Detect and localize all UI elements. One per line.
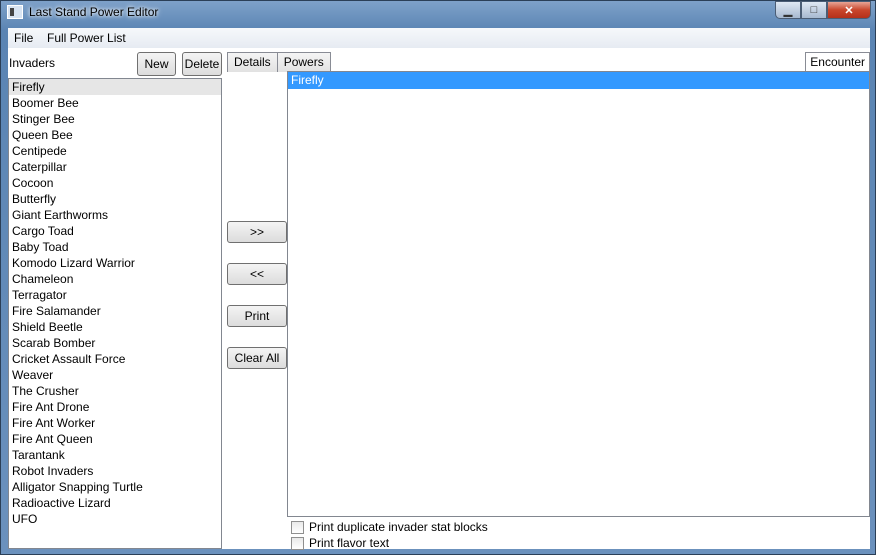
flavor-text-option[interactable]: Print flavor text — [291, 535, 389, 551]
list-item[interactable]: Cargo Toad — [9, 223, 221, 239]
list-item[interactable]: Radioactive Lizard — [9, 495, 221, 511]
invaders-list[interactable]: Firefly Boomer Bee Stinger Bee Queen Bee… — [8, 78, 222, 549]
new-button[interactable]: New — [137, 52, 176, 76]
remove-from-encounter-button[interactable]: << — [227, 263, 287, 285]
list-item[interactable]: The Crusher — [9, 383, 221, 399]
list-item[interactable]: Fire Ant Queen — [9, 431, 221, 447]
list-item[interactable]: Komodo Lizard Warrior — [9, 255, 221, 271]
print-button[interactable]: Print — [227, 305, 287, 327]
list-item[interactable]: Centipede — [9, 143, 221, 159]
maximize-button[interactable]: □ — [801, 1, 827, 19]
encounter-list[interactable]: Firefly — [287, 71, 870, 517]
title-bar[interactable]: Last Stand Power Editor ▁ □ ✕ — [1, 1, 876, 25]
close-button[interactable]: ✕ — [827, 1, 871, 19]
tab-powers[interactable]: Powers — [276, 52, 331, 72]
duplicate-stat-blocks-option[interactable]: Print duplicate invader stat blocks — [291, 519, 488, 535]
list-item[interactable]: Weaver — [9, 367, 221, 383]
list-item[interactable]: Giant Earthworms — [9, 207, 221, 223]
menu-bar: File Full Power List — [8, 28, 870, 48]
list-item[interactable]: Chameleon — [9, 271, 221, 287]
invaders-label: Invaders — [9, 56, 56, 70]
list-item[interactable]: Robot Invaders — [9, 463, 221, 479]
list-item[interactable]: Fire Ant Worker — [9, 415, 221, 431]
app-window: Last Stand Power Editor ▁ □ ✕ File Full … — [0, 0, 876, 555]
flavor-text-checkbox[interactable] — [291, 536, 304, 550]
list-item[interactable]: Firefly — [9, 79, 221, 95]
list-item[interactable]: Caterpillar — [9, 159, 221, 175]
list-item[interactable]: Boomer Bee — [9, 95, 221, 111]
tab-details[interactable]: Details — [227, 52, 278, 72]
list-item[interactable]: Stinger Bee — [9, 111, 221, 127]
window-controls: ▁ □ ✕ — [775, 1, 871, 19]
client-area: File Full Power List Invaders New Delete… — [8, 28, 870, 551]
encounter-label: Encounter — [805, 52, 870, 72]
list-item[interactable]: Alligator Snapping Turtle — [9, 479, 221, 495]
window-title: Last Stand Power Editor — [29, 5, 159, 19]
duplicate-stat-blocks-checkbox[interactable] — [291, 520, 304, 534]
tab-strip: Details Powers — [227, 52, 331, 72]
list-item[interactable]: Fire Ant Drone — [9, 399, 221, 415]
list-item[interactable]: Scarab Bomber — [9, 335, 221, 351]
app-icon — [7, 5, 23, 19]
list-item[interactable]: Queen Bee — [9, 127, 221, 143]
minimize-button[interactable]: ▁ — [775, 1, 801, 19]
list-item[interactable]: Fire Salamander — [9, 303, 221, 319]
list-item[interactable]: Cocoon — [9, 175, 221, 191]
encounter-item[interactable]: Firefly — [288, 72, 869, 89]
duplicate-stat-blocks-label: Print duplicate invader stat blocks — [309, 520, 488, 534]
add-to-encounter-button[interactable]: >> — [227, 221, 287, 243]
menu-file[interactable]: File — [14, 31, 33, 45]
list-item[interactable]: Shield Beetle — [9, 319, 221, 335]
menu-full-power-list[interactable]: Full Power List — [47, 31, 126, 45]
main-content: Invaders New Delete Firefly Boomer Bee S… — [8, 50, 870, 551]
list-item[interactable]: Cricket Assault Force — [9, 351, 221, 367]
list-item[interactable]: Baby Toad — [9, 239, 221, 255]
clear-all-button[interactable]: Clear All — [227, 347, 287, 369]
list-item[interactable]: Tarantank — [9, 447, 221, 463]
flavor-text-label: Print flavor text — [309, 536, 390, 550]
list-item[interactable]: UFO — [9, 511, 221, 527]
delete-button[interactable]: Delete — [182, 52, 222, 76]
list-item[interactable]: Butterfly — [9, 191, 221, 207]
list-item[interactable]: Terragator — [9, 287, 221, 303]
